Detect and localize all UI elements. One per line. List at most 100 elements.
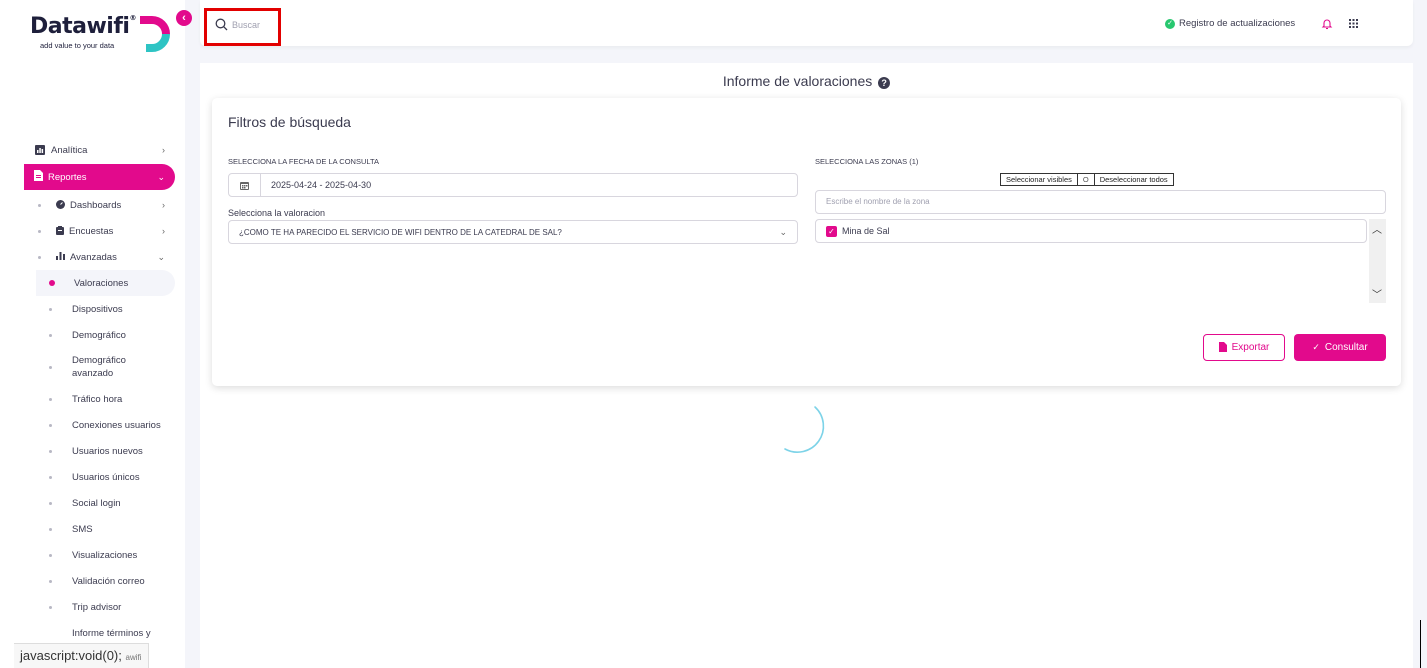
sidebar-item-reportes[interactable]: Reportes ⌄ bbox=[24, 164, 175, 190]
bar-chart-icon bbox=[56, 252, 65, 262]
bullet-icon bbox=[49, 307, 52, 311]
bullet-icon bbox=[49, 423, 52, 427]
zone-actions: Seleccionar visibles O Deseleccionar tod… bbox=[1000, 173, 1174, 186]
sidebar-item-usuarios-nuevos[interactable]: Usuarios nuevos bbox=[0, 438, 185, 464]
chevron-down-icon: ⌄ bbox=[779, 227, 787, 237]
collapse-sidebar-button[interactable]: ‹ bbox=[176, 10, 192, 26]
sidebar-item-analitica[interactable]: Analítica › bbox=[0, 137, 185, 163]
sidebar-item-label: Usuarios únicos bbox=[72, 471, 140, 483]
bullet-icon bbox=[49, 579, 52, 583]
sidebar-item-label: Dashboards bbox=[70, 199, 122, 211]
gauge-icon bbox=[56, 199, 65, 211]
zone-list: ✓ Mina de Sal ︿ ﹀ bbox=[815, 219, 1386, 303]
status-url: javascript:void(0); bbox=[20, 648, 122, 663]
search-box[interactable]: Buscar bbox=[204, 8, 281, 46]
sidebar-nav: Analítica › Reportes ⌄ Dashboards › Encu… bbox=[0, 137, 185, 646]
chevron-right-icon: › bbox=[162, 226, 165, 236]
loading-spinner-icon bbox=[784, 406, 825, 453]
sidebar-item-encuestas[interactable]: Encuestas › bbox=[0, 218, 185, 244]
zone-item[interactable]: ✓ Mina de Sal bbox=[815, 219, 1367, 243]
clipboard-icon bbox=[56, 225, 64, 237]
sidebar-item-usuarios-unicos[interactable]: Usuarios únicos bbox=[0, 464, 185, 490]
filters-title: Filtros de búsqueda bbox=[228, 114, 351, 130]
sidebar-item-dashboards[interactable]: Dashboards › bbox=[0, 192, 185, 218]
sidebar-item-validacion-correo[interactable]: Validación correo bbox=[0, 568, 185, 594]
zone-list-scrollbar[interactable]: ︿ ﹀ bbox=[1369, 219, 1386, 303]
filters-card: Filtros de búsqueda SELECCIONA LA FECHA … bbox=[212, 98, 1401, 386]
bullet-icon bbox=[49, 333, 52, 337]
sidebar-item-label: Usuarios nuevos bbox=[72, 445, 143, 457]
status-tail: awifi bbox=[125, 653, 142, 662]
sidebar-item-valoraciones[interactable]: Valoraciones bbox=[36, 270, 175, 296]
sidebar-item-dispositivos[interactable]: Dispositivos bbox=[0, 296, 185, 322]
or-separator: O bbox=[1077, 173, 1094, 186]
sidebar-item-label: Conexiones usuarios bbox=[72, 419, 161, 431]
sidebar-item-label: Valoraciones bbox=[74, 277, 129, 289]
rating-select-value: ¿COMO TE HA PARECIDO EL SERVICIO DE WIFI… bbox=[239, 227, 562, 237]
chevron-down-icon[interactable]: ﹀ bbox=[1372, 286, 1382, 301]
export-button[interactable]: Exportar bbox=[1203, 334, 1285, 361]
sidebar-item-demografico[interactable]: Demográfico bbox=[0, 322, 185, 348]
logo-tagline: add value to your data bbox=[40, 41, 115, 50]
sidebar-item-social-login[interactable]: Social login bbox=[0, 490, 185, 516]
apps-grid-icon[interactable] bbox=[1349, 19, 1358, 28]
sidebar-item-label: Reportes bbox=[48, 171, 87, 183]
sidebar-item-label: Tráfico hora bbox=[72, 393, 123, 405]
bullet-icon bbox=[49, 501, 52, 505]
bullet-icon bbox=[49, 397, 52, 401]
sidebar-item-sms[interactable]: SMS bbox=[0, 516, 185, 542]
bullet-icon bbox=[49, 605, 52, 609]
rating-select[interactable]: ¿COMO TE HA PARECIDO EL SERVICIO DE WIFI… bbox=[228, 220, 798, 244]
top-bar: Buscar ✓ Registro de actualizaciones bbox=[200, 0, 1413, 46]
chevron-down-icon: ⌄ bbox=[157, 171, 165, 182]
bullet-icon bbox=[38, 255, 41, 259]
select-visible-button[interactable]: Seleccionar visibles bbox=[1000, 173, 1078, 186]
sidebar-item-trafico-hora[interactable]: Tráfico hora bbox=[0, 386, 185, 412]
deselect-all-button[interactable]: Deseleccionar todos bbox=[1093, 173, 1174, 186]
chart-icon bbox=[35, 145, 45, 155]
sidebar-item-label: Demográfico bbox=[72, 329, 126, 341]
zone-name: Mina de Sal bbox=[842, 226, 890, 236]
sidebar-item-label: Dispositivos bbox=[72, 303, 123, 315]
active-bullet-icon bbox=[49, 280, 55, 286]
search-icon bbox=[215, 18, 228, 31]
chevron-down-icon: ⌄ bbox=[157, 251, 165, 262]
bullet-icon bbox=[49, 449, 52, 453]
sidebar-item-label: Informe términos y bbox=[72, 627, 151, 639]
document-icon bbox=[34, 170, 43, 184]
bullet-icon bbox=[49, 475, 52, 479]
main-content: Informe de valoraciones ? Filtros de bús… bbox=[200, 63, 1413, 668]
export-label: Exportar bbox=[1231, 342, 1270, 353]
consult-button[interactable]: ✓ Consultar bbox=[1294, 334, 1386, 361]
calendar-icon bbox=[229, 174, 261, 196]
bullet-icon bbox=[49, 527, 52, 531]
sidebar-item-label: Trip advisor bbox=[72, 601, 122, 613]
zone-search-input[interactable]: Escribe el nombre de la zona bbox=[815, 190, 1386, 214]
sidebar-item-label: Encuestas bbox=[69, 225, 114, 237]
bullet-icon bbox=[49, 553, 52, 557]
date-range-field[interactable]: 2025-04-24 - 2025-04-30 bbox=[228, 173, 798, 197]
rating-label: Selecciona la valoracion bbox=[228, 208, 326, 218]
logo-mark-icon bbox=[140, 16, 170, 52]
search-input[interactable]: Buscar bbox=[232, 20, 260, 30]
bullet-icon bbox=[38, 203, 41, 207]
sidebar-item-demografico-avanzado[interactable]: Demográfico avanzado bbox=[0, 348, 185, 386]
changelog-link[interactable]: ✓ Registro de actualizaciones bbox=[1165, 18, 1295, 29]
bullet-icon bbox=[38, 229, 41, 233]
logo[interactable]: Datawifi® add value to your data bbox=[30, 14, 170, 54]
sidebar-item-label: Visualizaciones bbox=[72, 549, 138, 561]
sidebar-item-label: Avanzadas bbox=[70, 251, 117, 263]
window-edge bbox=[1420, 620, 1421, 668]
help-icon[interactable]: ? bbox=[878, 77, 891, 89]
sidebar-item-label: SMS bbox=[72, 523, 93, 535]
page-title: Informe de valoraciones ? bbox=[200, 73, 1413, 89]
zones-label: SELECCIONA LAS ZONAS (1) bbox=[815, 157, 919, 166]
sidebar-item-conexiones-usuarios[interactable]: Conexiones usuarios bbox=[0, 412, 185, 438]
bell-icon[interactable] bbox=[1321, 18, 1333, 30]
checkbox-checked-icon[interactable]: ✓ bbox=[826, 225, 837, 237]
chevron-up-icon[interactable]: ︿ bbox=[1372, 221, 1382, 236]
sidebar-item-avanzadas[interactable]: Avanzadas ⌄ bbox=[0, 244, 185, 270]
sidebar-item-visualizaciones[interactable]: Visualizaciones bbox=[0, 542, 185, 568]
sidebar-item-label: Demográfico avanzado bbox=[72, 355, 126, 379]
sidebar-item-trip-advisor[interactable]: Trip advisor bbox=[0, 594, 185, 620]
